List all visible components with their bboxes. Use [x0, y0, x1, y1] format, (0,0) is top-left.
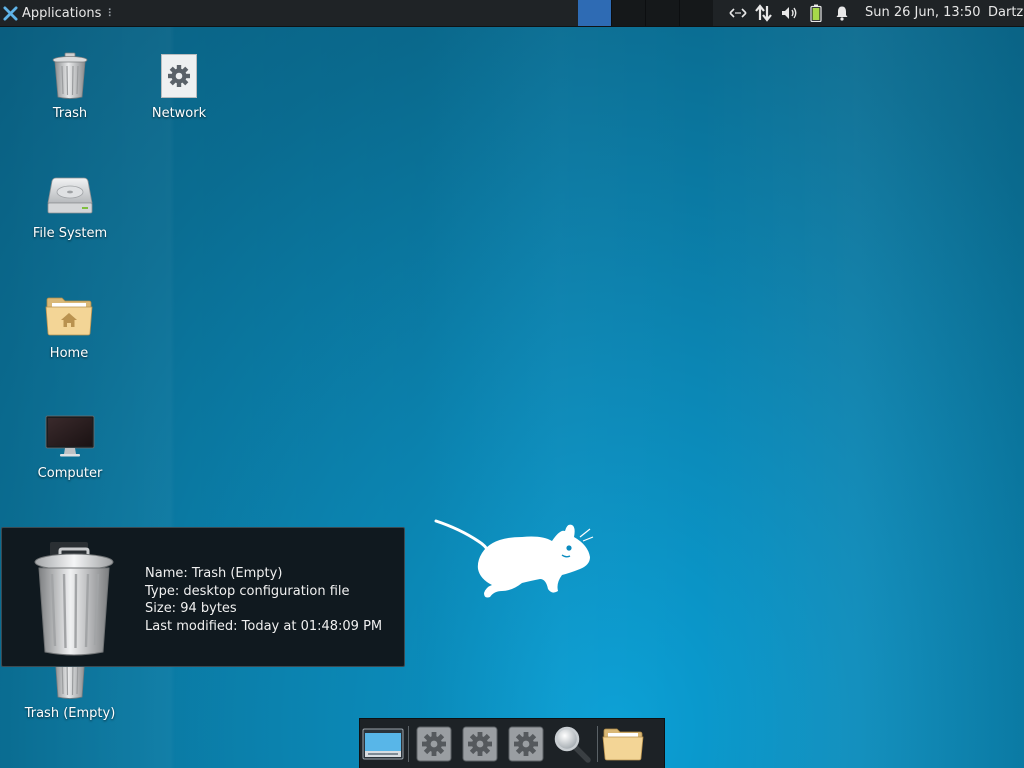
notification-bell-icon[interactable]: [829, 0, 855, 26]
hard-drive-icon: [44, 170, 96, 222]
network-updown-icon[interactable]: [751, 0, 777, 26]
home-folder-icon: [43, 290, 95, 342]
trash-icon: [44, 50, 96, 102]
dock-search[interactable]: [549, 721, 595, 767]
desktop-icon-label: Home: [49, 346, 89, 361]
bottom-dock: [359, 718, 665, 768]
workspace-1[interactable]: [578, 0, 611, 26]
settings-gear-icon: [508, 726, 544, 761]
volume-icon[interactable]: [777, 0, 803, 26]
desktop-icon-network[interactable]: Network: [124, 50, 234, 121]
search-magnifier-icon: [554, 726, 591, 763]
desktop-icon-computer[interactable]: Computer: [15, 410, 125, 481]
dock-settings-2[interactable]: [457, 721, 503, 767]
desktop-icon-label: Trash: [52, 106, 88, 121]
show-desktop-icon: [362, 728, 404, 759]
desktop-icon-label: Network: [151, 106, 207, 121]
file-manager-folder-icon: [602, 728, 644, 760]
workspace-switcher: [578, 0, 713, 26]
file-name-line: Name: Trash (Empty): [145, 566, 283, 581]
panel-handle-icon: ⠇: [107, 6, 116, 20]
applications-menu-button[interactable]: Applications ⠇: [0, 0, 119, 26]
settings-gear-icon: [462, 726, 498, 761]
trash-icon: [34, 542, 114, 656]
xfce-logo-icon: [3, 5, 18, 21]
workspace-4[interactable]: [679, 0, 713, 26]
user-menu[interactable]: Dartz: [988, 0, 1024, 26]
dock-separator: [408, 725, 409, 762]
file-type-line: Type: desktop configuration file: [145, 583, 350, 599]
applications-label: Applications: [22, 5, 102, 21]
xfce-mouse-logo-icon: [434, 519, 594, 598]
workspace-3[interactable]: [645, 0, 679, 26]
clock[interactable]: Sun 26 Jun, 13:50: [865, 0, 981, 26]
dock-show-desktop[interactable]: [360, 721, 406, 767]
monitor-icon: [44, 410, 96, 462]
dock-separator: [597, 725, 598, 762]
gear-icon: [153, 50, 205, 102]
dock-file-manager[interactable]: [600, 721, 646, 767]
battery-icon[interactable]: [803, 0, 829, 26]
dock-settings-3[interactable]: [503, 721, 549, 767]
workspace-2[interactable]: [611, 0, 645, 26]
network-arrows-icon[interactable]: [725, 0, 751, 26]
desktop-icon-label: Trash (Empty): [24, 706, 116, 721]
dock-settings-1[interactable]: [411, 721, 457, 767]
file-info-text: Name: Trash (Empty) Type: desktop config…: [145, 565, 382, 635]
desktop-icon-label: File System: [32, 226, 108, 241]
file-modified-line: Last modified: Today at 01:48:09 PM: [145, 618, 383, 634]
desktop-icon-file-system[interactable]: File System: [15, 170, 125, 241]
file-info-tooltip: Name: Trash (Empty) Type: desktop config…: [1, 527, 405, 667]
desktop-icon-home[interactable]: Home: [14, 290, 124, 361]
system-tray: [725, 0, 855, 26]
file-size-line: Size: 94 bytes: [145, 601, 237, 616]
desktop-icon-trash[interactable]: Trash: [15, 50, 125, 121]
desktop-icon-label: Computer: [37, 466, 103, 481]
top-panel: Applications ⠇ Sun 26 Jun, 13:50 Dartz: [0, 0, 1024, 27]
settings-gear-icon: [416, 726, 452, 761]
